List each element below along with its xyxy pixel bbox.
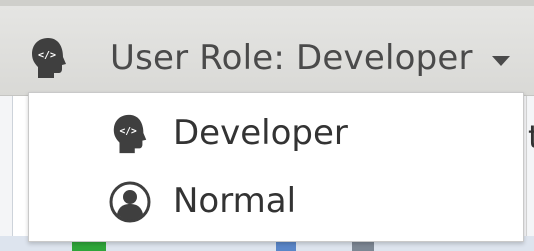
chevron-down-icon — [492, 56, 510, 66]
menu-item-normal[interactable]: Normal — [29, 167, 523, 235]
toolbar-edge — [0, 0, 534, 6]
user-role-selector[interactable]: </> User Role: Developer — [18, 22, 526, 94]
menu-item-developer[interactable]: </> Developer — [29, 99, 523, 167]
user-avatar-icon — [109, 181, 151, 223]
developer-head-icon: </> — [113, 114, 147, 154]
user-role-menu: </> Developer Normal — [28, 92, 524, 242]
developer-head-icon: </> — [32, 38, 66, 78]
svg-text:</>: </> — [38, 50, 56, 61]
menu-item-label: Normal — [173, 181, 297, 221]
background-divider — [526, 96, 527, 251]
svg-text:</>: </> — [119, 126, 136, 137]
background-partial-text: t — [528, 118, 534, 156]
user-role-label: User Role: Developer — [110, 38, 473, 78]
menu-item-label: Developer — [173, 113, 348, 153]
